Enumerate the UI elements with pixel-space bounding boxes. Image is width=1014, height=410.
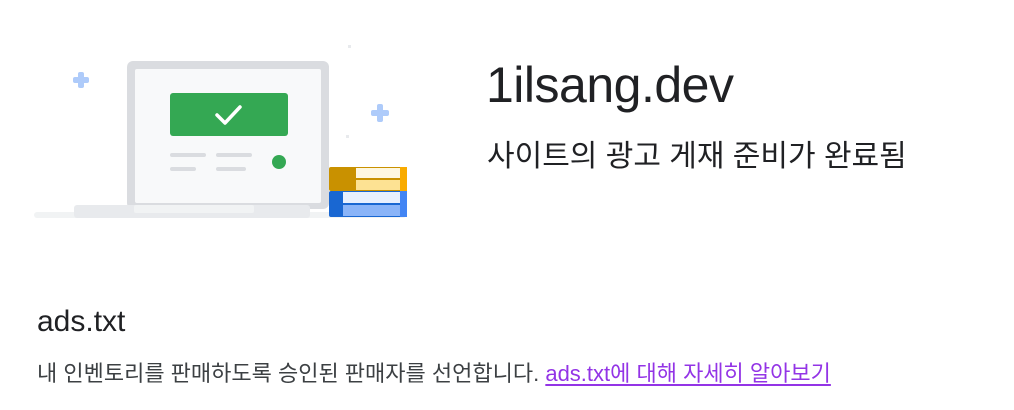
- sparkle-icon: [371, 104, 389, 122]
- site-status-hero: 1ilsang.dev 사이트의 광고 게재 준비가 완료됨: [0, 0, 1014, 250]
- status-dot: [272, 155, 286, 169]
- approval-card: [170, 93, 288, 136]
- placeholder-line: [170, 153, 206, 157]
- ads-txt-section: ads.txt 내 인벤토리를 판매하도록 승인된 판매자를 선언합니다. ad…: [37, 300, 997, 390]
- site-ready-illustration: [34, 45, 407, 218]
- laptop: [74, 61, 329, 218]
- sparkle-dot: [348, 45, 351, 48]
- sparkle-icon: [73, 72, 89, 88]
- ads-txt-learn-more-link[interactable]: ads.txt에 대해 자세히 알아보기: [545, 361, 831, 386]
- ads-txt-description-row: 내 인벤토리를 판매하도록 승인된 판매자를 선언합니다. ads.txt에 대…: [37, 358, 997, 390]
- site-status-text: 사이트의 광고 게재 준비가 완료됨: [487, 140, 907, 173]
- site-domain-title: 1ilsang.dev: [486, 57, 734, 113]
- books-stack: [329, 167, 407, 217]
- ads-txt-description: 내 인벤토리를 판매하도록 승인된 판매자를 선언합니다.: [37, 361, 540, 386]
- sparkle-dot: [346, 135, 349, 138]
- placeholder-line: [216, 153, 252, 157]
- placeholder-line: [170, 167, 196, 171]
- ads-txt-heading: ads.txt: [37, 305, 126, 338]
- placeholder-line: [216, 167, 246, 171]
